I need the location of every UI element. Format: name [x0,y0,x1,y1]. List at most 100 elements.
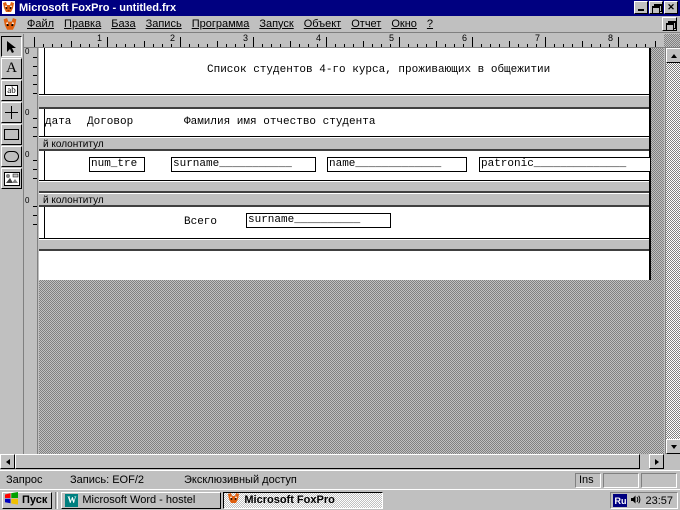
vertical-ruler-tick [33,84,37,85]
scroll-right-button[interactable] [649,454,664,469]
window-controls: ✕ [634,1,678,14]
menu-item-record[interactable]: Запись [141,17,187,32]
column-header-band[interactable]: дата Договор Фамилия имя отчество студен… [39,109,649,137]
ruler-tick [34,37,35,47]
vertical-ruler-tick [33,57,37,58]
col-header-contract[interactable]: Договор [87,116,133,129]
label-tool[interactable]: A [1,58,22,79]
menu-item-database-label: База [111,17,136,30]
ruler-tick [581,41,583,47]
foxpro-icon[interactable] [2,1,16,15]
horizontal-scrollbar[interactable] [0,454,680,470]
select-pointer-tool[interactable] [1,36,22,57]
vertical-ruler-band-marks: 0 [24,196,37,229]
report-controls-toolbox: A ab [0,34,24,470]
menu-item-help-label: ? [426,17,434,30]
menu-item-help[interactable]: ? [422,17,438,32]
title-band[interactable]: Список студентов 4-го курса, проживающих… [39,48,649,95]
rounded-rectangle-icon [4,151,19,162]
summary-band-separator[interactable]: й колонтитул [39,193,649,207]
menu-item-edit[interactable]: Правка [59,17,106,32]
title-band-separator[interactable] [39,95,649,109]
ruler-tick [107,37,108,47]
menu-item-file[interactable]: Файл [22,17,59,32]
vertical-scrollbar[interactable] [665,48,680,454]
detail-band-separator-bottom[interactable] [39,181,649,193]
field-surname[interactable]: surname___________ [171,157,316,172]
taskbar: Пуск W Microsoft Word - hostel Microsoft… [0,489,680,510]
report-page[interactable]: Список студентов 4-го курса, проживающих… [39,48,651,280]
detail-band[interactable]: num_tre surname___________ name_________… [39,151,651,181]
total-label[interactable]: Всего [184,216,217,229]
scroll-up-button[interactable] [666,48,680,63]
page-footer-separator[interactable] [39,239,649,251]
restore-button[interactable] [649,1,663,14]
report-designer-window: 0 0 0 0 Список студентов 4-го курса, прожив… [24,48,680,454]
menu-item-run[interactable]: Запуск [254,17,298,32]
field-total-surname[interactable]: surname__________ [246,213,391,228]
menu-item-program[interactable]: Программа [187,17,255,32]
menu-item-edit-label: Правка [64,17,102,30]
vertical-ruler-tick [33,118,37,119]
picture-ole-tool[interactable] [1,168,22,189]
taskbar-item-word-label: Microsoft Word - hostel [82,494,196,506]
scroll-left-button[interactable] [0,454,15,469]
ruler-tick [180,37,181,47]
menu-item-window[interactable]: Окно [386,17,422,32]
speaker-icon[interactable] [630,494,642,508]
close-button[interactable]: ✕ [664,1,678,14]
horizontal-scroll-thumb[interactable] [15,454,640,469]
vertical-ruler-zero: 0 [25,150,30,159]
menu-item-report-label: Отчет [351,17,382,30]
rectangle-tool[interactable] [1,124,22,145]
taskbar-item-foxpro[interactable]: Microsoft FoxPro [223,491,384,509]
summary-band-left-tab [39,207,45,238]
vertical-ruler-zero: 0 [25,196,30,205]
foxpro-application-window: Microsoft FoxPro - untitled.frx ✕ Файл П… [0,0,680,510]
menu-item-object[interactable]: Объект [299,17,346,32]
clock[interactable]: 23:57 [645,495,673,507]
application-menu-icon[interactable] [2,17,18,32]
mdi-child-restore-button[interactable] [662,17,677,31]
rounded-rectangle-tool[interactable] [1,146,22,167]
field-num-tre[interactable]: num_tre [89,157,145,172]
ruler-tick [143,41,145,47]
menu-item-run-label: Запуск [259,17,294,30]
ruler-tick [362,41,364,47]
field-tool[interactable]: ab [1,80,22,101]
scroll-down-button[interactable] [666,439,680,454]
start-button[interactable]: Пуск [2,491,53,509]
chevron-right-icon [654,458,659,465]
detail-band-separator-top[interactable]: й колонтитул [39,137,649,151]
scrollbar-corner-pad [664,454,680,470]
ruler-tick [545,37,546,47]
vertical-ruler-tick [33,93,37,94]
report-title[interactable]: Список студентов 4-го курса, проживающих… [207,64,550,77]
system-tray: Ru 23:57 [610,492,678,509]
ruler-tick [253,37,254,47]
field-name[interactable]: name_____________ [327,157,467,172]
taskbar-item-word[interactable]: W Microsoft Word - hostel [61,491,222,509]
ruler-tick [216,41,218,47]
col-header-fullname[interactable]: Фамилия имя отчество студента [184,116,375,129]
vertical-ruler[interactable]: 0 0 0 0 [24,48,38,454]
status-cell-5 [641,472,677,488]
ruler-number: 5 [389,34,395,43]
ruler-number: 6 [462,34,468,43]
menu-item-database[interactable]: База [106,17,140,32]
vertical-scroll-track[interactable] [666,63,680,439]
plus-icon [5,106,18,119]
ruler-tick [472,37,473,47]
field-patronic[interactable]: patronic______________ [479,157,651,172]
close-icon: ✕ [667,2,675,12]
col-header-date[interactable]: дата [45,116,71,129]
horizontal-ruler[interactable]: 1 2 3 4 5 6 7 8 [0,34,680,48]
language-indicator[interactable]: Ru [613,494,628,507]
minimize-button[interactable] [634,1,648,14]
line-tool[interactable] [1,102,22,123]
report-canvas[interactable]: Список студентов 4-го курса, проживающих… [39,48,664,454]
chevron-left-icon [5,458,10,465]
menu-item-report[interactable]: Отчет [346,17,386,32]
detail-band-left-tab [39,151,45,180]
summary-band[interactable]: Всего surname__________ [39,207,649,239]
